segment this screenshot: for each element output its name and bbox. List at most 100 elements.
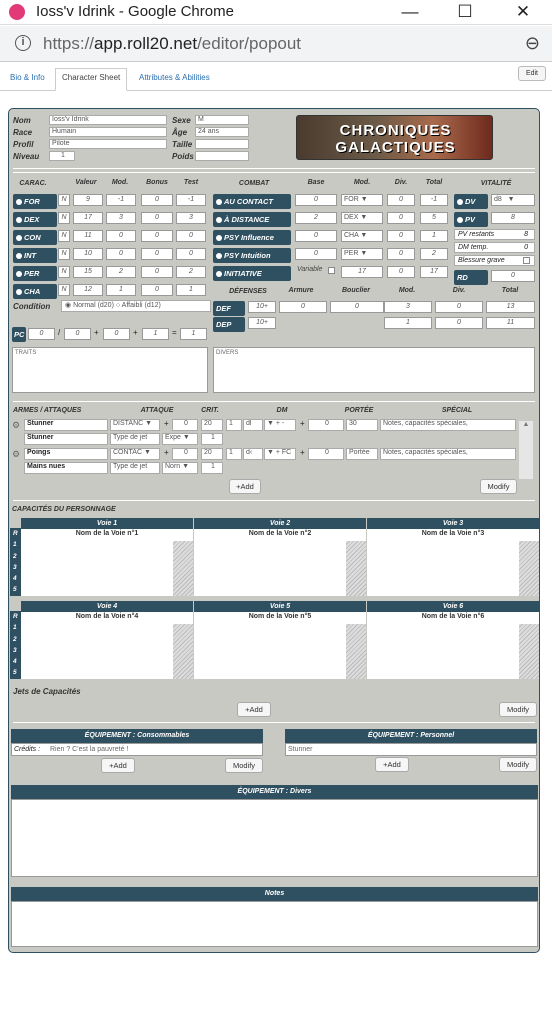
scroll-up-icon[interactable]: ▲: [519, 421, 533, 428]
pc-base[interactable]: 0: [103, 328, 130, 340]
combat-mod-select[interactable]: FOR ▼: [341, 194, 383, 206]
voie-panel[interactable]: Nom de la Voie n°3: [367, 529, 539, 596]
carac-bonus[interactable]: 0: [141, 284, 173, 296]
combat-div[interactable]: 0: [387, 248, 415, 260]
carac-button-con[interactable]: CON: [13, 230, 57, 245]
def-bouclier[interactable]: 0: [330, 301, 384, 313]
tab-character-sheet[interactable]: Character Sheet: [55, 68, 128, 91]
weapon-crit[interactable]: 20: [201, 419, 223, 431]
combat-button-psy-influence[interactable]: PSY Influence: [213, 230, 291, 245]
carac-button-dex[interactable]: DEX: [13, 212, 57, 227]
dv-select[interactable]: d8 ▼: [491, 194, 535, 206]
radio-normal-icon[interactable]: ◉: [65, 302, 71, 309]
voie-name[interactable]: Nom de la Voie n°1: [21, 530, 193, 537]
resize-handle[interactable]: [346, 624, 366, 679]
dm-temp-row[interactable]: DM temp. 0: [454, 242, 535, 253]
attack-sub-count[interactable]: 1: [201, 433, 223, 445]
pc-current[interactable]: 0: [28, 328, 55, 340]
carac-valeur[interactable]: 17: [73, 212, 103, 224]
combat-button-distance[interactable]: À DISTANCE: [213, 212, 291, 227]
pv-restants-row[interactable]: PV restants 8: [454, 229, 535, 240]
resize-handle[interactable]: [173, 541, 193, 596]
credits-value[interactable]: Rien ? C'est la pauvreté !: [50, 746, 128, 753]
variable-checkbox[interactable]: [328, 267, 335, 274]
divers-equipment-textarea[interactable]: [11, 799, 538, 877]
notes-textarea[interactable]: [11, 901, 538, 947]
weapon-name[interactable]: Poings: [24, 448, 108, 460]
attack-sub-count[interactable]: 1: [201, 462, 223, 474]
weapon-dm-stat[interactable]: ▼ + -: [264, 419, 296, 431]
condition-radio-group[interactable]: ◉ Normal (d20) ○ Affaibli (d12): [61, 300, 211, 312]
capacites-modify-button[interactable]: Modify: [499, 702, 537, 717]
carac-nn[interactable]: N N: [58, 194, 70, 206]
voie-name[interactable]: Nom de la Voie n°6: [367, 613, 539, 620]
carac-button-per[interactable]: PER: [13, 266, 57, 281]
divers-textarea[interactable]: DIVERS: [213, 347, 535, 393]
initiative-div[interactable]: 0: [387, 266, 415, 278]
close-button[interactable]: ✕: [508, 2, 538, 22]
carac-bonus[interactable]: 0: [141, 230, 173, 242]
maximize-button[interactable]: ☐: [450, 2, 480, 22]
pv-button[interactable]: PV: [454, 212, 488, 227]
personnel-add-button[interactable]: +Add: [375, 757, 409, 772]
edit-button[interactable]: Edit: [517, 66, 546, 81]
combat-base[interactable]: 0: [295, 194, 337, 206]
sexe-field[interactable]: M: [195, 115, 249, 125]
weapon-bonus[interactable]: 0: [172, 419, 198, 431]
consommables-add-button[interactable]: +Add: [101, 758, 135, 773]
personnel-list[interactable]: Stunner: [285, 743, 537, 756]
carac-valeur[interactable]: 15: [73, 266, 103, 278]
race-field[interactable]: Humain: [49, 127, 167, 137]
gear-icon[interactable]: ⚙: [12, 449, 20, 460]
carac-bonus[interactable]: 0: [141, 212, 173, 224]
resize-handle[interactable]: [346, 541, 366, 596]
age-field[interactable]: 24 ans: [195, 127, 249, 137]
carac-valeur[interactable]: 12: [73, 284, 103, 296]
carac-nn[interactable]: N N: [58, 212, 70, 224]
minimize-button[interactable]: —: [395, 2, 425, 22]
carac-nn[interactable]: N N: [58, 230, 70, 242]
voie-panel[interactable]: Nom de la Voie n°6: [367, 612, 539, 679]
weapon-dm-count[interactable]: 1: [226, 419, 242, 431]
tab-attributes-abilities[interactable]: Attributes & Abilities: [133, 69, 216, 86]
weapon-bonus[interactable]: 0: [172, 448, 198, 460]
combat-div[interactable]: 0: [387, 230, 415, 242]
personnel-modify-button[interactable]: Modify: [499, 757, 537, 772]
dv-button[interactable]: DV: [454, 194, 488, 209]
attack-sub-name[interactable]: Stunner: [24, 433, 108, 445]
carac-bonus[interactable]: 0: [141, 248, 173, 260]
url-text[interactable]: https://app.roll20.net/editor/popout: [43, 34, 301, 54]
gear-icon[interactable]: ⚙: [12, 420, 20, 431]
weapon-dm-count[interactable]: 1: [226, 448, 242, 460]
combat-base[interactable]: 2: [295, 212, 337, 224]
carac-nn[interactable]: N N: [58, 266, 70, 278]
combat-button-contact[interactable]: AU CONTACT: [213, 194, 291, 209]
profil-field[interactable]: Pilote: [49, 139, 167, 149]
pv-field[interactable]: 8: [491, 212, 535, 224]
carac-valeur[interactable]: 9: [73, 194, 103, 206]
carac-valeur[interactable]: 11: [73, 230, 103, 242]
resize-handle[interactable]: [519, 624, 539, 679]
nom-field[interactable]: Ioss'v Idrink: [49, 115, 167, 125]
voie-panel[interactable]: Nom de la Voie n°2: [194, 529, 366, 596]
voie-name[interactable]: Nom de la Voie n°5: [194, 613, 366, 620]
combat-mod-select[interactable]: DEX ▼: [341, 212, 383, 224]
carac-button-int[interactable]: INT: [13, 248, 57, 263]
dep-div[interactable]: 0: [435, 317, 483, 329]
blessure-checkbox[interactable]: [523, 257, 530, 264]
address-bar[interactable]: i https://app.roll20.net/editor/popout ⊖: [0, 26, 552, 62]
combat-mod-select[interactable]: PER ▼: [341, 248, 383, 260]
carac-button-cha[interactable]: CHA: [13, 284, 57, 299]
weapons-modify-button[interactable]: Modify: [480, 479, 517, 494]
weapon-dm-die[interactable]: dl: [243, 419, 263, 431]
blessure-grave-row[interactable]: Blessure grave: [454, 255, 535, 266]
consommables-list[interactable]: Crédits : Rien ? C'est la pauvreté !: [11, 743, 263, 756]
info-icon[interactable]: i: [15, 35, 31, 51]
weapon-portee[interactable]: Portée: [346, 448, 378, 460]
combat-div[interactable]: 0: [387, 194, 415, 206]
combat-div[interactable]: 0: [387, 212, 415, 224]
resize-handle[interactable]: [519, 541, 539, 596]
zoom-icon[interactable]: ⊖: [525, 33, 540, 54]
weapon-attaque-select[interactable]: DISTANC ▼: [110, 419, 160, 431]
rd-field[interactable]: 0: [491, 270, 535, 282]
